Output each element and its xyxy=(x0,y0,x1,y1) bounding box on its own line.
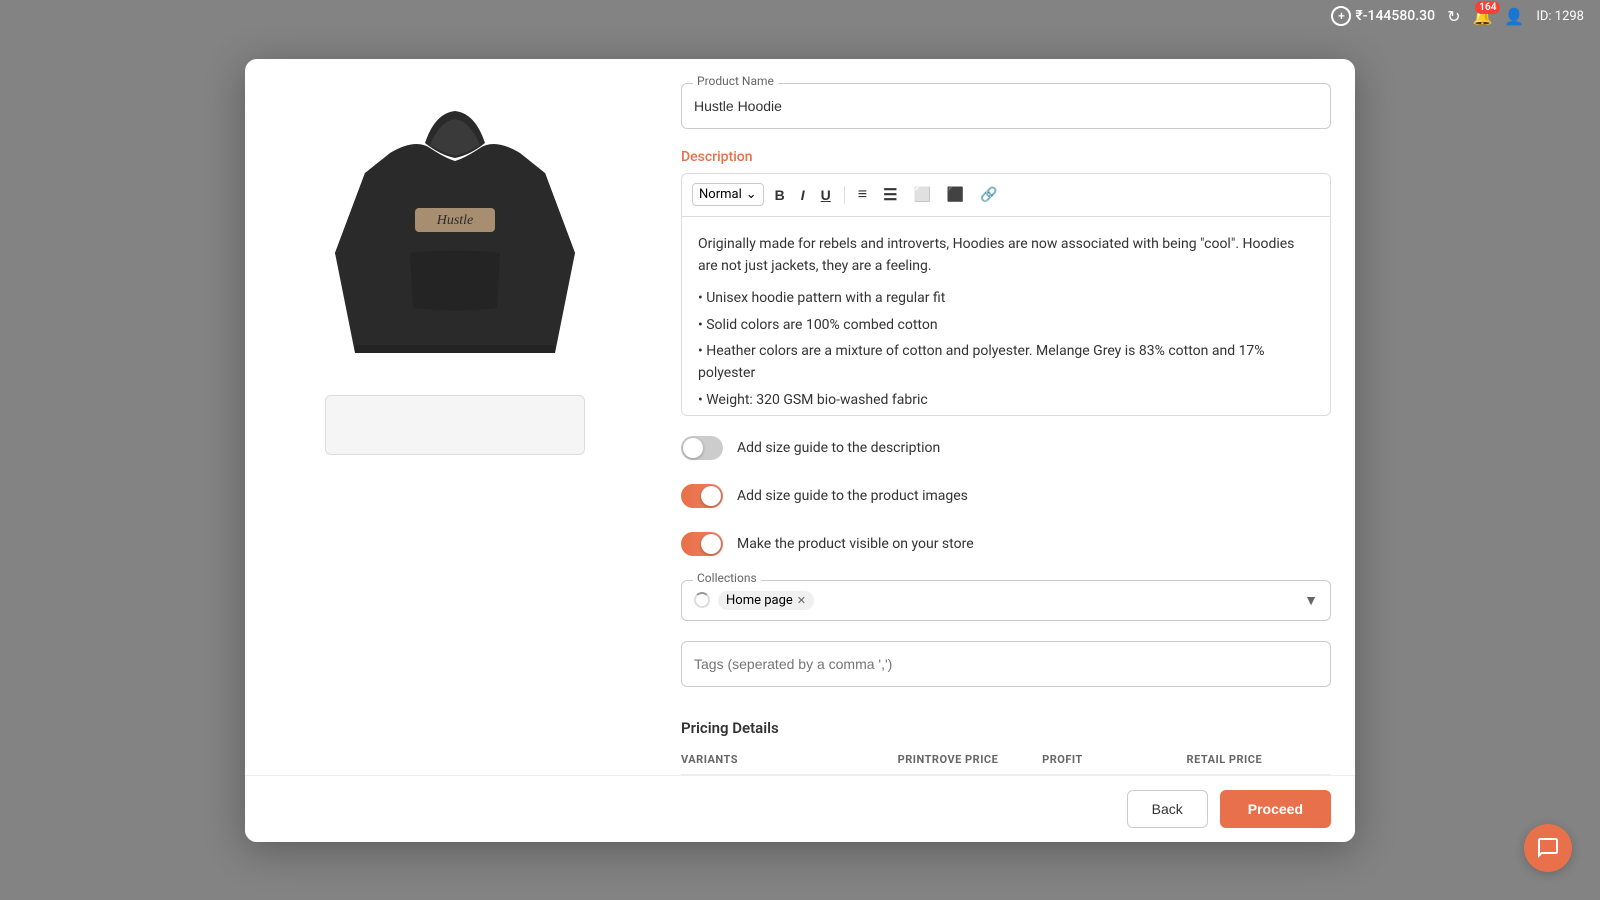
unordered-list-button[interactable]: ☰ xyxy=(878,182,902,208)
tags-input[interactable] xyxy=(681,641,1331,687)
ordered-list-button[interactable]: ≡ xyxy=(853,183,872,207)
back-button[interactable]: Back xyxy=(1127,790,1208,828)
style-select[interactable]: Normal ⌄ xyxy=(692,183,764,206)
collections-label: Collections xyxy=(693,571,761,585)
align-left-button[interactable]: ⬜ xyxy=(908,183,935,206)
col-header-printrove: PRINTROVE PRICE xyxy=(898,753,1042,766)
product-image-panel: Hustle xyxy=(245,59,665,775)
underline-button[interactable]: U xyxy=(816,184,836,206)
user-id: ID: 1298 xyxy=(1536,9,1584,24)
notification-badge: 164 xyxy=(1475,1,1500,14)
link-button[interactable]: 🔗 xyxy=(975,183,1002,206)
proceed-button[interactable]: Proceed xyxy=(1220,790,1331,828)
description-bullet-2: Solid colors are 100% combed cotton xyxy=(698,312,1314,338)
col-header-retail: RETAIL PRICE xyxy=(1187,753,1331,766)
collections-chip: Home page ✕ xyxy=(718,591,814,610)
pricing-title: Pricing Details xyxy=(681,719,1331,737)
description-para: Originally made for rebels and introvert… xyxy=(698,233,1314,278)
style-select-value: Normal xyxy=(699,187,742,202)
product-image-main: Hustle xyxy=(315,83,595,383)
italic-button[interactable]: I xyxy=(796,184,810,206)
collections-field: Collections Home page ✕ ▼ xyxy=(681,580,1331,621)
refresh-icon[interactable]: ↻ xyxy=(1447,7,1460,26)
toggle-visible-label: Make the product visible on your store xyxy=(737,536,974,552)
product-name-field: Product Name xyxy=(681,83,1331,129)
toggle-knob-size-images xyxy=(701,486,721,506)
description-list: Unisex hoodie pattern with a regular fit… xyxy=(698,285,1314,415)
balance-value: ₹-144580.30 xyxy=(1355,8,1435,24)
plus-icon[interactable]: + xyxy=(1331,6,1351,26)
hoodie-svg: Hustle xyxy=(335,93,575,373)
toolbar-divider-1 xyxy=(844,186,845,204)
collections-dropdown-arrow: ▼ xyxy=(1304,592,1318,609)
product-modal: Hustle Product Name Description xyxy=(245,59,1355,842)
toggle-row-size-images: Add size guide to the product images xyxy=(681,484,1331,508)
chat-button[interactable] xyxy=(1524,824,1572,872)
description-bullet-4: Weight: 320 GSM bio-washed fabric xyxy=(698,387,1314,413)
balance-display: + ₹-144580.30 xyxy=(1331,6,1435,26)
toggle-size-guide-images[interactable] xyxy=(681,484,723,508)
bold-button[interactable]: B xyxy=(770,184,790,206)
description-bullet-3: Heather colors are a mixture of cotton a… xyxy=(698,338,1314,387)
chip-close-icon[interactable]: ✕ xyxy=(797,594,806,607)
col-header-profit: PROFIT xyxy=(1042,753,1186,766)
product-name-label: Product Name xyxy=(693,74,778,88)
style-select-arrow: ⌄ xyxy=(746,187,757,202)
user-icon[interactable]: 👤 xyxy=(1504,7,1524,26)
modal-overlay: Hustle Product Name Description xyxy=(0,0,1600,900)
toggle-row-visible: Make the product visible on your store xyxy=(681,532,1331,556)
collections-chip-text: Home page xyxy=(726,593,793,608)
chat-icon xyxy=(1536,836,1560,860)
form-panel: Product Name Description Normal ⌄ B I U xyxy=(665,59,1355,775)
pricing-section: Pricing Details VARIANTS PRINTROVE PRICE… xyxy=(681,711,1331,775)
description-editor[interactable]: Originally made for rebels and introvert… xyxy=(681,216,1331,416)
notifications[interactable]: 🔔 164 xyxy=(1472,7,1492,26)
align-right-button[interactable]: ⬛ xyxy=(942,183,969,206)
toggle-knob-size-desc xyxy=(683,438,703,458)
toggle-size-desc-label: Add size guide to the description xyxy=(737,440,940,456)
toggle-row-size-desc: Add size guide to the description xyxy=(681,436,1331,460)
toggle-product-visible[interactable] xyxy=(681,532,723,556)
thumbnail-strip xyxy=(325,395,585,455)
top-bar: + ₹-144580.30 ↻ 🔔 164 👤 ID: 1298 xyxy=(1315,0,1600,32)
pricing-table-header: VARIANTS PRINTROVE PRICE PROFIT RETAIL P… xyxy=(681,753,1331,775)
toggle-knob-visible xyxy=(701,534,721,554)
description-label: Description xyxy=(681,149,1331,165)
product-name-input[interactable] xyxy=(681,83,1331,129)
collections-select[interactable]: Home page ✕ ▼ xyxy=(681,580,1331,621)
svg-text:Hustle: Hustle xyxy=(436,213,474,228)
col-header-variants: VARIANTS xyxy=(681,753,898,766)
description-bullet-5: Made by Printove... xyxy=(698,413,1314,415)
description-bullet-1: Unisex hoodie pattern with a regular fit xyxy=(698,285,1314,311)
editor-toolbar: Normal ⌄ B I U ≡ ☰ ⬜ ⬛ 🔗 xyxy=(681,173,1331,216)
toggle-size-guide-desc[interactable] xyxy=(681,436,723,460)
toggle-size-images-label: Add size guide to the product images xyxy=(737,488,968,504)
modal-footer: Back Proceed xyxy=(245,775,1355,842)
collections-spinner xyxy=(694,592,710,608)
